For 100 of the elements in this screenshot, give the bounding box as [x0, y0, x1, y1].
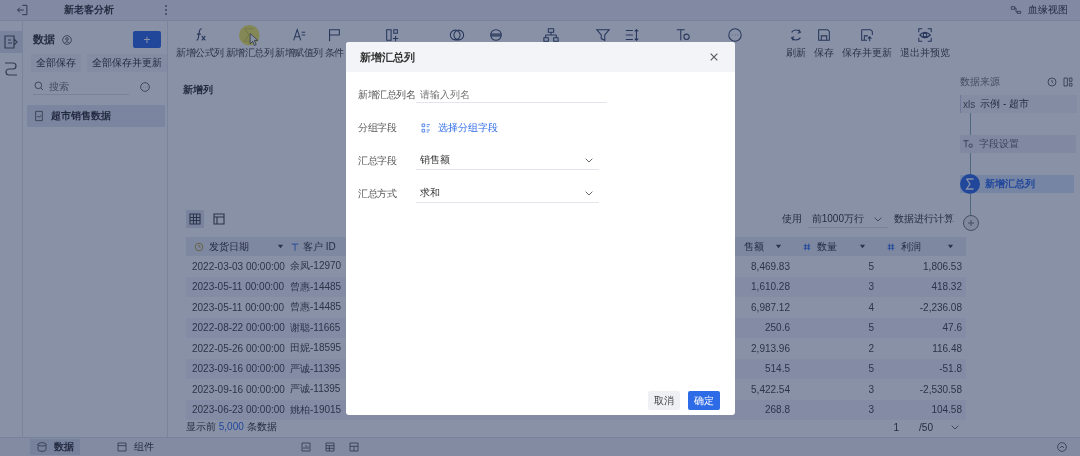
field-label: 汇总字段 [358, 153, 398, 168]
table-cell: 严诚-11395 [290, 383, 341, 395]
dialog-title: 新增汇总列 [360, 49, 415, 65]
bottom-tab[interactable]: 数据 [30, 439, 80, 455]
text-type-icon [290, 241, 300, 252]
column-add-icon[interactable] [383, 27, 400, 43]
add-button[interactable]: + [133, 31, 161, 48]
toolbar-button[interactable]: 刷新 [782, 27, 810, 60]
number-type-icon [886, 241, 896, 252]
page-number[interactable]: 1 [893, 421, 900, 433]
component-icon [116, 441, 128, 453]
select-field[interactable]: 求和 [416, 184, 599, 203]
table-cell: 1,610.28 [751, 281, 790, 293]
text-style-icon [290, 27, 307, 43]
text-tag-icon[interactable] [674, 27, 691, 43]
table-cell: 116.48 [932, 342, 962, 354]
table-cell: 余凤-12970 [290, 260, 342, 272]
lineage-view-button[interactable]: 血缘视图 [1010, 3, 1068, 17]
layout-view-icon[interactable] [210, 210, 228, 228]
name-input[interactable]: 请输入列名 [416, 86, 607, 103]
table-cell: 3 [868, 404, 874, 416]
table-cell: 514.5 [764, 363, 790, 375]
chart-icon[interactable] [300, 441, 312, 453]
node-label: 新增汇总列 [985, 177, 1035, 191]
caret-icon[interactable] [947, 243, 954, 250]
search-field[interactable]: 搜索 [49, 80, 119, 92]
table-cell: 4 [868, 301, 874, 313]
table-cell: 曾惠-14485 [290, 280, 342, 292]
sort-icon[interactable] [623, 27, 640, 43]
compare-icon[interactable] [1062, 76, 1074, 88]
user-circle-icon[interactable] [61, 33, 73, 46]
toolbar-button[interactable]: 新增赋值列 [275, 27, 323, 60]
table-cell: 姚柏-19015 [290, 403, 342, 415]
more-icon[interactable] [726, 27, 743, 43]
toolbar-button[interactable]: 条件 [324, 27, 344, 60]
toolbar-button[interactable]: 保存 [810, 27, 838, 60]
exit-icon[interactable] [16, 3, 30, 17]
globe-icon[interactable] [487, 27, 504, 43]
table-cell: 2023-09-16 00:00:00 [192, 363, 285, 375]
venn-icon[interactable] [448, 27, 465, 43]
table-cell: 2022-08-22 00:00:00 [192, 322, 285, 334]
bottom-tab[interactable]: 组件 [110, 439, 160, 455]
column-header[interactable]: 数量 [794, 239, 878, 254]
table-cell: 2023-05-11 00:00:00 [192, 281, 285, 293]
toolbar-button[interactable]: 新增公式列 [176, 27, 224, 60]
caret-icon[interactable] [775, 243, 782, 250]
refresh-icon [788, 27, 804, 43]
text-tag-icon [962, 138, 974, 150]
table-cell: 47.6 [942, 322, 962, 334]
toolbar-button[interactable]: 新增汇总列 [225, 27, 273, 60]
table-cell: 418.32 [931, 281, 962, 293]
table-cell: 2023-09-16 00:00:00 [192, 383, 285, 395]
caret-icon[interactable] [859, 243, 866, 250]
collapse-icon[interactable] [1056, 441, 1068, 453]
column-header[interactable]: 售额 [744, 239, 794, 254]
caret-icon[interactable] [277, 243, 284, 250]
row-count-text: 显示前 5,000 条数据 [186, 420, 277, 434]
filter-icon[interactable] [594, 27, 611, 43]
rows-select[interactable]: 前1000万行 [807, 210, 888, 228]
flow-node[interactable]: xls 示例 - 超市 [960, 95, 1077, 113]
hierarchy-icon[interactable] [542, 27, 559, 43]
group-field-icon [420, 121, 432, 134]
use-label: 使用 [781, 212, 802, 226]
save-all-button[interactable]: 全部保存并更新 [87, 54, 167, 72]
save-all-button[interactable]: 全部保存 [31, 54, 81, 72]
file-chart-icon [33, 110, 45, 122]
clock-icon [194, 241, 204, 252]
table-cell: 250.6 [764, 322, 790, 334]
column-header[interactable]: 利润 [878, 239, 966, 254]
close-icon[interactable] [709, 52, 719, 62]
select-field[interactable]: 销售额 [416, 151, 599, 170]
sigma-icon [960, 174, 980, 194]
table-cell: 6,987.12 [751, 301, 790, 313]
cancel-button[interactable]: 取消 [648, 391, 680, 410]
column-header[interactable]: 发货日期 [186, 239, 290, 254]
select-group-field-link[interactable]: 选择分组字段 [416, 120, 498, 135]
dashboard-icon[interactable] [348, 441, 360, 453]
grid-view-icon[interactable] [186, 210, 204, 228]
table-cell: 1,806.53 [923, 260, 962, 272]
search-icon [33, 80, 45, 92]
save-update-icon [859, 27, 875, 43]
field-label: 新增汇总列名 [358, 87, 416, 102]
table-cell: 2023-06-23 00:00:00 [192, 404, 285, 416]
report-title: 新老客分析 [64, 3, 114, 17]
table-cell: 3 [868, 281, 874, 293]
table-cell: 268.8 [764, 404, 790, 416]
confirm-button[interactable]: 确定 [688, 391, 720, 410]
dataset-item[interactable]: 超市销售数据 [27, 105, 165, 127]
table-icon[interactable] [324, 441, 336, 453]
history-icon[interactable] [1046, 76, 1058, 88]
table-cell: 2 [868, 342, 874, 354]
more-vertical-icon[interactable] [164, 4, 168, 16]
add-node-icon[interactable] [963, 215, 979, 231]
table-cell: 5 [868, 322, 874, 334]
toolbar-button[interactable]: 退出并预览 [896, 27, 954, 60]
column-header[interactable]: 客户 ID [290, 239, 372, 254]
panel-title: 数据 [33, 32, 55, 47]
flow-node[interactable]: 新增汇总列 [960, 175, 1074, 193]
dataset-icon[interactable] [0, 31, 22, 53]
toolbar-button[interactable]: 保存并更新 [838, 27, 896, 60]
